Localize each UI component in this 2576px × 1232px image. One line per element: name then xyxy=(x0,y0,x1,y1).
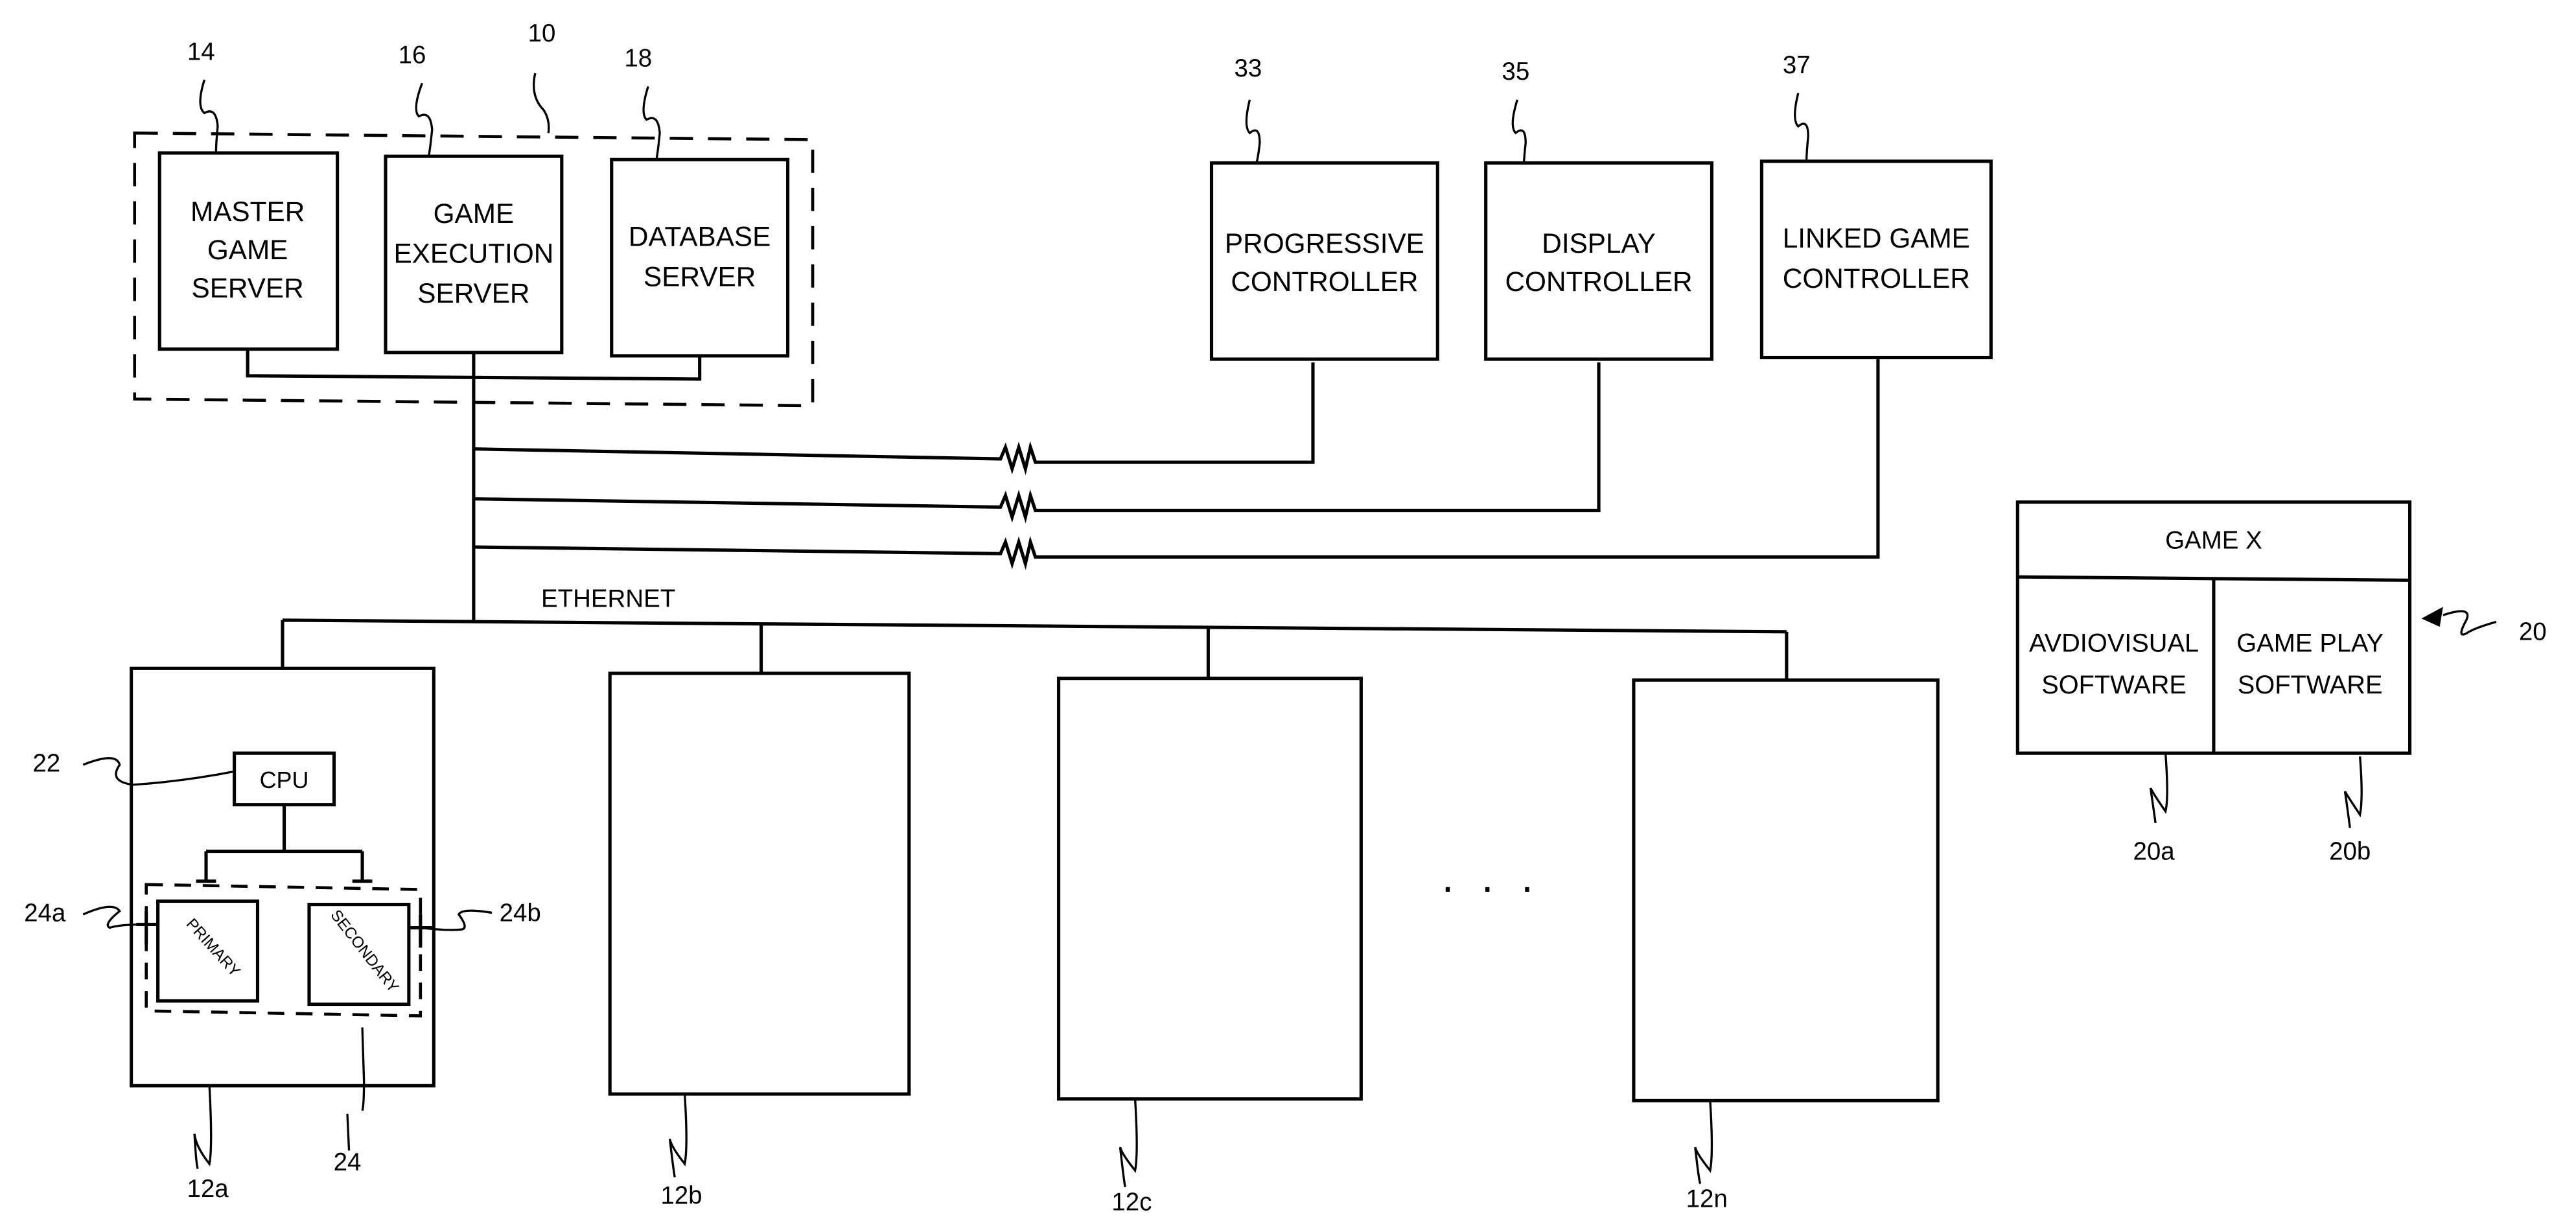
linked-game-controller-line-2: CONTROLLER xyxy=(1783,263,1970,294)
leader-line-12n xyxy=(1694,1100,1713,1185)
ref-16: 16 xyxy=(399,41,426,69)
leader-line-12c xyxy=(1119,1098,1138,1188)
leader-line-14 xyxy=(199,79,219,154)
ethernet-bus xyxy=(281,618,1789,680)
ref-20b: 20b xyxy=(2329,837,2371,865)
master-game-server-line-2: GAME xyxy=(207,235,288,265)
ref-35: 35 xyxy=(1502,58,1529,86)
ref-12b: 12b xyxy=(660,1181,702,1209)
game-execution-server-line-1: GAME xyxy=(434,198,515,229)
ref-20a: 20a xyxy=(2133,837,2176,865)
leader-line-16 xyxy=(415,82,434,157)
cpu-block[interactable]: CPU xyxy=(233,751,336,807)
terminal-ellipsis: · · · xyxy=(1441,863,1541,911)
ref-24a: 24a xyxy=(24,899,66,927)
ref-24: 24 xyxy=(334,1148,362,1176)
leader-line-33 xyxy=(1245,99,1261,163)
terminal-12a[interactable] xyxy=(130,666,435,1087)
progressive-controller-line-1: PROGRESSIVE xyxy=(1225,228,1424,259)
patent-block-diagram: 10 MASTER GAME SERVER 14 GAME EXECUTION … xyxy=(24,19,2547,1216)
leader-line-10 xyxy=(533,73,550,134)
ref-20: 20 xyxy=(2519,618,2547,646)
game-play-software-line-2: SOFTWARE xyxy=(2238,671,2383,699)
display-controller-line-2: CONTROLLER xyxy=(1505,266,1692,297)
game-x-block[interactable]: GAME X xyxy=(2015,500,2412,755)
primary-memory[interactable]: PRIMARY xyxy=(156,899,260,1003)
ref-24b: 24b xyxy=(500,899,541,927)
leader-line-20b xyxy=(2343,756,2363,828)
linked-game-controller[interactable]: LINKED GAME CONTROLLER xyxy=(1759,159,1993,360)
database-server-line-1: DATABASE xyxy=(629,222,771,252)
ref-10: 10 xyxy=(528,19,556,47)
ref-37: 37 xyxy=(1783,51,1811,79)
ref-22: 22 xyxy=(32,749,60,777)
terminal-12n[interactable] xyxy=(1632,678,1940,1102)
game-play-software-line-1: GAME PLAY xyxy=(2236,629,2384,658)
leader-line-35 xyxy=(1511,99,1527,163)
server-group: 10 MASTER GAME SERVER 14 GAME EXECUTION … xyxy=(133,19,815,408)
terminal-12c[interactable] xyxy=(1057,677,1363,1101)
leader-line-18 xyxy=(642,86,661,160)
ref-18: 18 xyxy=(624,45,652,73)
game-execution-server-line-2: EXECUTION xyxy=(393,238,553,268)
audiovisual-software-line-1: AVDIOVISUAL xyxy=(2029,629,2199,658)
ref-14: 14 xyxy=(187,38,215,65)
display-controller-line-1: DISPLAY xyxy=(1542,228,1656,259)
terminal-12b[interactable] xyxy=(608,671,911,1096)
linked-game-controller-line-1: LINKED GAME xyxy=(1783,223,1970,253)
master-game-server[interactable]: MASTER GAME SERVER xyxy=(157,151,340,351)
ref-12c: 12c xyxy=(1111,1189,1152,1216)
leader-line-20a xyxy=(2149,753,2168,824)
game-x-title: GAME X xyxy=(2165,527,2262,555)
database-server-line-2: SERVER xyxy=(644,261,756,292)
progressive-controller[interactable]: PROGRESSIVE CONTROLLER xyxy=(1209,161,1439,361)
ref-12n: 12n xyxy=(1686,1185,1728,1213)
master-game-server-line-3: SERVER xyxy=(192,273,304,303)
ref-33: 33 xyxy=(1235,54,1262,82)
display-controller[interactable]: DISPLAY CONTROLLER xyxy=(1484,161,1714,361)
ethernet-label: ETHERNET xyxy=(541,585,675,612)
leader-line-37 xyxy=(1794,93,1809,161)
database-server[interactable]: DATABASE SERVER xyxy=(610,157,790,358)
leader-line-12a xyxy=(193,1086,213,1170)
master-game-server-line-1: MASTER xyxy=(191,196,305,227)
progressive-controller-line-2: CONTROLLER xyxy=(1231,266,1418,297)
game-execution-server-line-3: SERVER xyxy=(417,278,529,308)
leader-line-20 xyxy=(2443,610,2497,636)
game-execution-server[interactable]: GAME EXECUTION SERVER xyxy=(384,154,564,354)
cpu-label: CPU xyxy=(260,767,309,793)
audiovisual-software-line-2: SOFTWARE xyxy=(2041,671,2187,699)
leader-line-12b xyxy=(668,1093,688,1178)
controller-link-35 xyxy=(473,362,1601,524)
arrow-icon-20 xyxy=(2421,607,2443,627)
ref-12a: 12a xyxy=(187,1175,229,1203)
secondary-memory[interactable]: SECONDARY xyxy=(307,903,411,1006)
